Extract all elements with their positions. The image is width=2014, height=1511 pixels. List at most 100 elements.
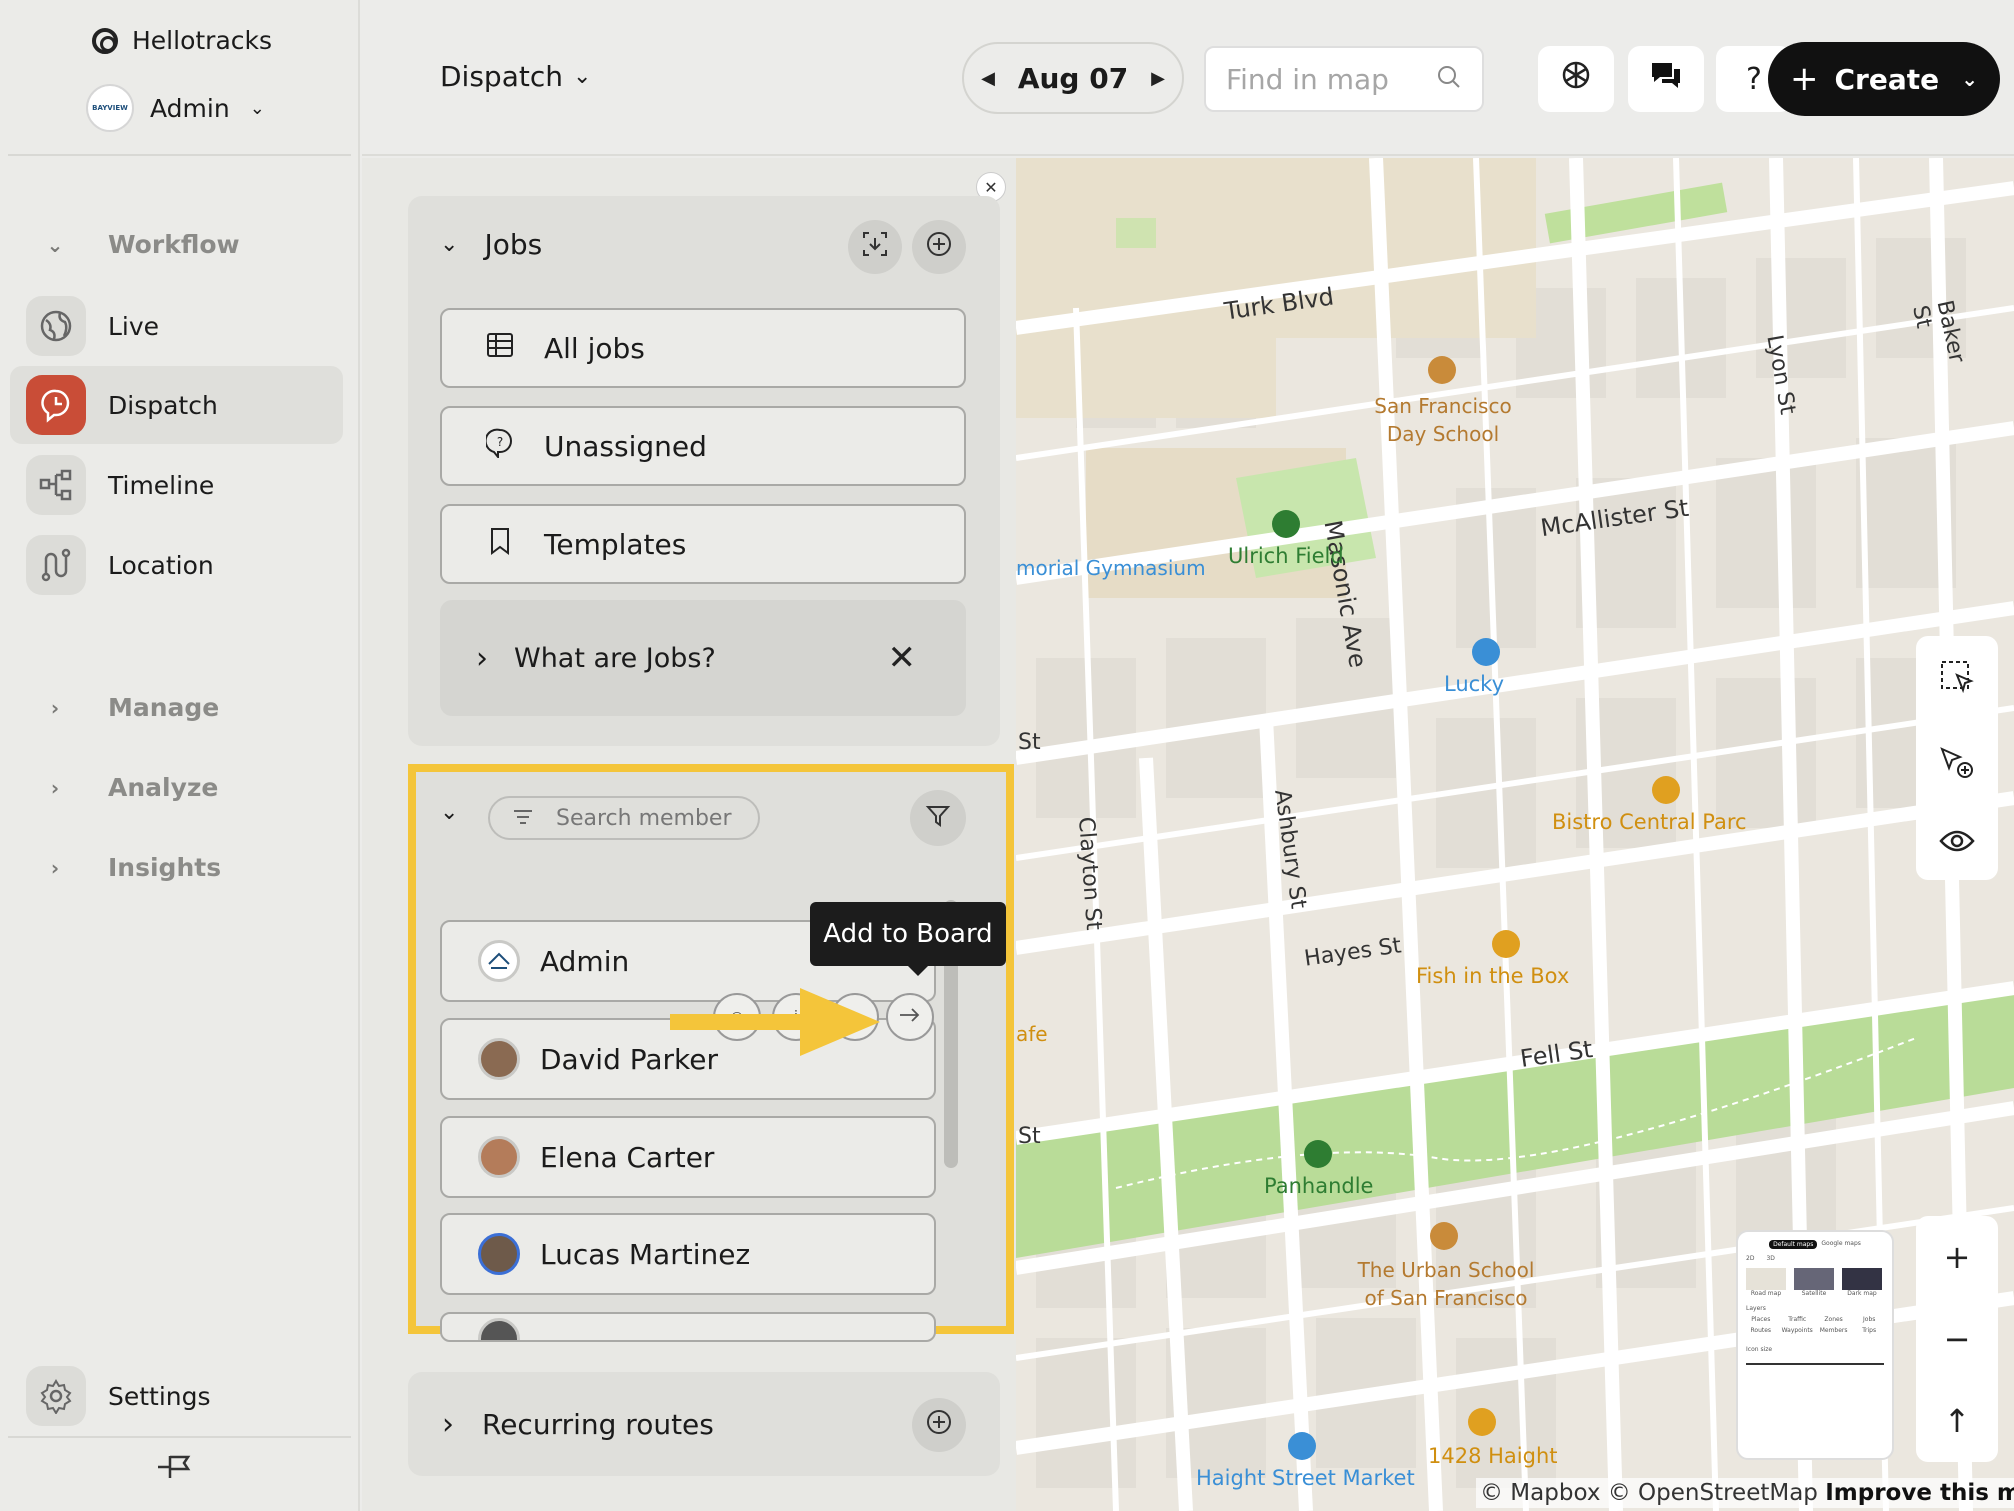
add-waypoint-icon[interactable]: [1939, 744, 1975, 784]
poi-label: Haight Street Market: [1196, 1466, 1415, 1490]
zoom-in-icon[interactable]: +: [1944, 1238, 1971, 1276]
help-label: ?: [1746, 61, 1762, 97]
jobs-row-unassigned[interactable]: ? Unassigned: [440, 406, 966, 486]
member-row-partial[interactable]: [440, 1312, 936, 1342]
group-analyze[interactable]: › Analyze: [40, 773, 219, 802]
search-icon[interactable]: [1436, 64, 1462, 94]
poi-label: Bistro Central Parc: [1552, 810, 1747, 834]
route-icon: [26, 535, 86, 595]
chat-button[interactable]: [1628, 46, 1704, 112]
poi-shop-icon[interactable]: [1472, 638, 1500, 666]
poi-school-icon[interactable]: [1428, 356, 1456, 384]
member-row-elena[interactable]: Elena Carter: [440, 1116, 936, 1198]
map-search-input[interactable]: [1226, 62, 1426, 96]
jobs-row-label: Unassigned: [544, 429, 707, 463]
divider: [8, 1436, 351, 1438]
poi-label: Ulrich Field: [1228, 544, 1344, 568]
view-selector[interactable]: Dispatch ⌄: [440, 60, 591, 93]
member-search-placeholder: Search member: [556, 805, 732, 831]
add-to-board-button[interactable]: [886, 993, 934, 1041]
poi-park-icon[interactable]: [1304, 1140, 1332, 1168]
jobs-row-templates[interactable]: Templates: [440, 504, 966, 584]
poi-restaurant-icon[interactable]: [1652, 776, 1680, 804]
thumb-layers: Places Traffic Zones Jobs Routes Waypoin…: [1746, 1316, 1884, 1334]
chevron-down-icon: ⌄: [249, 97, 265, 119]
thumb-style: Road map: [1746, 1268, 1786, 1297]
brand[interactable]: Hellotracks: [92, 26, 272, 55]
chevron-right-icon: ›: [50, 855, 60, 880]
compass-north-icon[interactable]: ↑: [1944, 1402, 1971, 1440]
improve-map-link[interactable]: Improve this map: [1825, 1480, 2014, 1506]
chevron-right-icon: ›: [50, 775, 60, 800]
poi-shop-icon[interactable]: [1288, 1432, 1316, 1460]
group-insights[interactable]: › Insights: [40, 853, 221, 882]
add-job-button[interactable]: [912, 220, 966, 274]
chevron-right-icon: ›: [442, 1406, 454, 1442]
timeline-icon: [26, 455, 86, 515]
chevron-down-icon[interactable]: ⌄: [1961, 67, 1978, 91]
sidebar-item-label: Timeline: [108, 470, 215, 500]
add-recurring-route-button[interactable]: [912, 1398, 966, 1452]
tooltip-text: Add to Board: [823, 919, 993, 949]
ai-assistant-button[interactable]: [1538, 46, 1614, 112]
dispatch-pin-icon: [26, 375, 86, 435]
sidebar-item-live[interactable]: Live: [10, 287, 343, 365]
account-switcher[interactable]: BAYVIEW Admin ⌄: [86, 84, 265, 132]
date-label[interactable]: Aug 07: [1018, 62, 1128, 95]
thumb-style: Dark map: [1842, 1268, 1882, 1297]
thumb-layer: Trips: [1862, 1327, 1877, 1334]
thumb-slider: [1746, 1363, 1884, 1365]
chat-icon: [1650, 61, 1682, 97]
ai-knot-icon: [1559, 58, 1593, 100]
select-area-icon[interactable]: [1939, 659, 1975, 699]
poi-park-icon[interactable]: [1272, 510, 1300, 538]
what-are-jobs-card[interactable]: › What are Jobs? ✕: [440, 600, 966, 716]
import-icon: [861, 230, 889, 265]
sidebar-item-settings[interactable]: Settings: [26, 1366, 211, 1426]
group-label: Insights: [108, 853, 222, 882]
create-label: Create: [1834, 62, 1940, 96]
gear-icon: [26, 1366, 86, 1426]
close-icon[interactable]: ✕: [888, 638, 917, 678]
thumb-styles: Road map Satellite Dark map: [1746, 1268, 1884, 1297]
member-name: Admin: [540, 944, 630, 978]
poi-restaurant-icon[interactable]: [1492, 930, 1520, 958]
sidebar-item-location[interactable]: Location: [10, 526, 343, 604]
member-search-field[interactable]: Search member: [488, 796, 760, 840]
plus-circle-icon: [925, 1408, 953, 1443]
create-button[interactable]: + Create ⌄: [1768, 42, 2000, 116]
group-manage[interactable]: › Manage: [40, 693, 219, 722]
avatar: [478, 1136, 520, 1178]
member-row-lucas[interactable]: Lucas Martinez: [440, 1213, 936, 1295]
callout-arrow-icon: [670, 984, 880, 1064]
jobs-row-all[interactable]: All jobs: [440, 308, 966, 388]
group-label: Analyze: [108, 773, 219, 802]
member-filter-button[interactable]: [910, 790, 966, 846]
group-workflow[interactable]: ⌄ Workflow: [40, 230, 240, 259]
next-day-icon[interactable]: ▶: [1148, 68, 1168, 89]
attribution-text[interactable]: © Mapbox © OpenStreetMap: [1480, 1480, 1818, 1506]
poi-restaurant-icon[interactable]: [1468, 1408, 1496, 1436]
map-layers-preview[interactable]: Default maps Google maps 2D 3D Road map …: [1736, 1230, 1894, 1460]
zoom-out-icon[interactable]: −: [1944, 1320, 1971, 1358]
thumb-layer: Jobs: [1863, 1316, 1876, 1323]
sidebar-item-timeline[interactable]: Timeline: [10, 446, 343, 524]
view-label: Dispatch: [440, 60, 563, 93]
poi-label: afe: [1016, 1022, 1048, 1046]
avatar: [478, 1038, 520, 1080]
divider: [8, 154, 351, 156]
account-name: Admin: [150, 93, 230, 123]
eye-icon[interactable]: [1939, 829, 1975, 857]
add-to-board-tooltip: Add to Board: [810, 902, 1006, 976]
chevron-down-icon: ⌄: [46, 232, 64, 257]
chevron-down-icon[interactable]: ⌄: [440, 800, 458, 825]
map-attribution: © Mapbox © OpenStreetMap Improve this ma…: [1476, 1478, 2014, 1508]
pin-sidebar-icon[interactable]: [156, 1452, 196, 1486]
prev-day-icon[interactable]: ◀: [978, 68, 998, 89]
poi-school-icon[interactable]: [1430, 1222, 1458, 1250]
globe-icon: [26, 296, 86, 356]
sidebar-item-dispatch[interactable]: Dispatch: [10, 366, 343, 444]
jobs-header[interactable]: ⌄ Jobs: [440, 228, 542, 261]
import-jobs-button[interactable]: [848, 220, 902, 274]
org-badge-text: BAYVIEW: [92, 104, 128, 112]
